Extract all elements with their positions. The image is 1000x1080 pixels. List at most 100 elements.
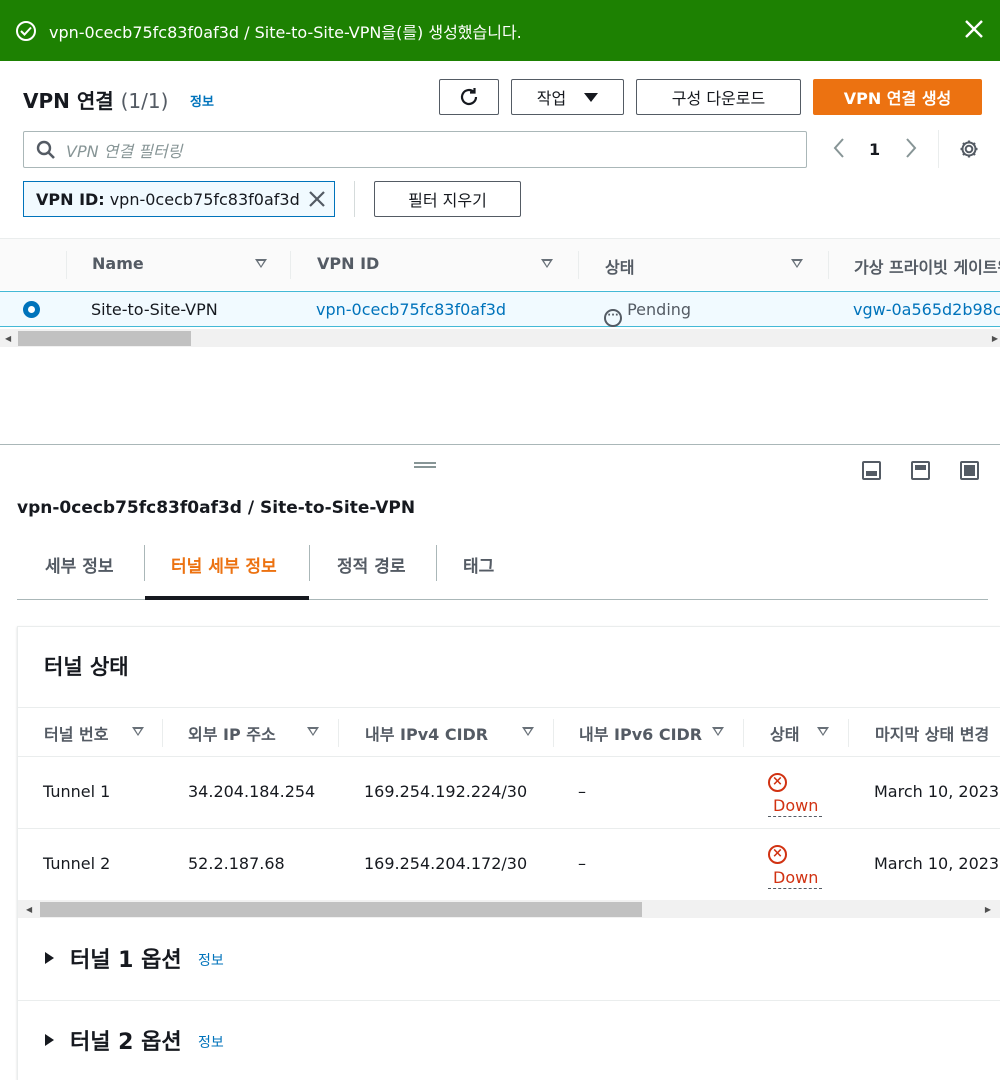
filter-token-value: vpn-0cecb75fc83f0af3d <box>109 189 300 209</box>
info-link[interactable]: 정보 <box>198 950 224 970</box>
horizontal-scrollbar[interactable]: ◀ ▶ <box>0 329 1000 347</box>
selection-count: (1/1) <box>120 89 169 113</box>
tunnel-table-scrollbar[interactable]: ◀ ▶ <box>18 900 1000 918</box>
table-row[interactable]: Site-to-Site-VPN vpn-0cecb75fc83f0af3d ·… <box>0 291 1000 327</box>
column-header-tunnel-number[interactable]: 터널 번호 <box>44 721 108 745</box>
caret-right-icon <box>45 952 54 964</box>
page-title-text: VPN 연결 <box>23 89 114 113</box>
sort-icon[interactable] <box>255 259 267 268</box>
filter-token-key: VPN ID: <box>36 189 105 209</box>
scroll-right-icon[interactable]: ▶ <box>992 334 998 343</box>
status-down-text[interactable]: Down <box>768 868 823 889</box>
column-divider <box>553 719 554 747</box>
tunnel-number-cell: Tunnel 1 <box>43 782 111 801</box>
panel-side-icon[interactable] <box>911 461 930 480</box>
drag-handle-icon[interactable] <box>414 462 436 468</box>
column-header-vgw[interactable]: 가상 프라이빗 게이트웨이 <box>854 254 1000 278</box>
scrollbar-thumb[interactable] <box>40 902 642 917</box>
actions-label: 작업 <box>536 89 567 108</box>
sort-icon[interactable] <box>307 727 319 736</box>
inside-ipv4-cell: 169.254.192.224/30 <box>364 782 528 801</box>
column-header-inside-ipv6[interactable]: 내부 IPv6 CIDR <box>579 721 702 745</box>
outside-ip-cell: 52.2.187.68 <box>188 854 285 873</box>
vpn-id-link[interactable]: vpn-0cecb75fc83f0af3d <box>316 300 506 319</box>
column-divider <box>848 719 849 747</box>
column-header-status[interactable]: 상태 <box>770 721 799 745</box>
column-divider <box>578 251 579 279</box>
next-page-icon[interactable] <box>904 137 918 163</box>
panel-bottom-icon[interactable] <box>862 461 881 480</box>
download-config-button[interactable]: 구성 다운로드 <box>636 79 801 115</box>
page-number[interactable]: 1 <box>869 140 880 159</box>
column-divider <box>743 719 744 747</box>
search-input[interactable]: VPN 연결 필터링 <box>23 131 807 168</box>
filter-token: VPN ID: vpn-0cecb75fc83f0af3d <box>23 181 335 217</box>
create-vpn-button[interactable]: VPN 연결 생성 <box>813 79 982 115</box>
outside-ip-cell: 34.204.184.254 <box>188 782 316 801</box>
settings-gear-icon[interactable] <box>958 138 980 164</box>
state-text: Pending <box>627 300 692 319</box>
last-change-cell: March 10, 2023 <box>874 854 1000 873</box>
column-header-vpn-id[interactable]: VPN ID <box>317 254 379 273</box>
tab-divider <box>309 545 310 581</box>
column-header-outside-ip[interactable]: 외부 IP 주소 <box>188 721 276 745</box>
tab-tags[interactable]: 태그 <box>463 552 494 577</box>
column-divider <box>290 251 291 279</box>
error-circle-icon: × <box>768 773 787 792</box>
column-header-state[interactable]: 상태 <box>605 254 634 278</box>
column-divider <box>338 719 339 747</box>
tunnel2-options-expander[interactable]: 터널 2 옵션 정보 <box>18 1001 1000 1080</box>
tunnel1-options-label[interactable]: 터널 1 옵션 <box>70 942 182 974</box>
sort-icon[interactable] <box>522 727 534 736</box>
detail-tabs: 세부 정보 터널 세부 정보 정적 경로 태그 <box>17 544 988 600</box>
error-circle-icon: × <box>768 845 787 864</box>
tab-details[interactable]: 세부 정보 <box>45 552 113 577</box>
active-tab-indicator <box>145 596 309 600</box>
column-divider <box>66 251 67 279</box>
prev-page-icon[interactable] <box>832 137 846 163</box>
last-change-cell: March 10, 2023 <box>874 782 1000 801</box>
column-header-last-change[interactable]: 마지막 상태 변경 <box>875 721 989 745</box>
status-down-text[interactable]: Down <box>768 796 823 817</box>
column-header-inside-ipv4[interactable]: 내부 IPv4 CIDR <box>365 721 488 745</box>
column-divider <box>162 719 163 747</box>
info-link[interactable]: 정보 <box>190 91 214 110</box>
info-link[interactable]: 정보 <box>198 1032 224 1052</box>
inside-ipv6-cell: – <box>578 782 586 801</box>
filter-divider <box>354 181 355 217</box>
sort-icon[interactable] <box>132 727 144 736</box>
refresh-button[interactable] <box>439 79 499 115</box>
sort-icon[interactable] <box>541 259 553 268</box>
tab-static-routes[interactable]: 정적 경로 <box>337 552 405 577</box>
panel-full-icon[interactable] <box>960 461 979 480</box>
tab-tunnel-details[interactable]: 터널 세부 정보 <box>171 552 277 577</box>
scroll-right-icon[interactable]: ▶ <box>985 905 991 914</box>
table-row: Tunnel 1 34.204.184.254 169.254.192.224/… <box>18 757 1000 829</box>
tunnel1-options-expander[interactable]: 터널 1 옵션 정보 <box>18 919 1000 1001</box>
close-icon[interactable] <box>962 17 986 41</box>
sort-icon[interactable] <box>712 727 724 736</box>
flash-message: vpn-0cecb75fc83f0af3d / Site-to-Site-VPN… <box>49 22 522 42</box>
refresh-icon <box>460 88 478 106</box>
check-circle-icon <box>16 20 36 41</box>
vpn-table-header: Name VPN ID 상태 가상 프라이빗 게이트웨이 <box>0 238 1000 290</box>
scrollbar-thumb[interactable] <box>18 331 191 346</box>
remove-filter-icon[interactable] <box>308 190 326 212</box>
vgw-link[interactable]: vgw-0a565d2b98c <box>853 300 1000 319</box>
scroll-left-icon[interactable]: ◀ <box>5 334 11 343</box>
detail-title: vpn-0cecb75fc83f0af3d / Site-to-Site-VPN <box>17 498 416 518</box>
tunnel-table-header: 터널 번호 외부 IP 주소 내부 IPv4 CIDR 내부 IPv6 CIDR… <box>18 707 1000 757</box>
scroll-left-icon[interactable]: ◀ <box>26 905 32 914</box>
sort-icon[interactable] <box>817 727 829 736</box>
clear-filters-button[interactable]: 필터 지우기 <box>374 181 521 217</box>
column-header-name[interactable]: Name <box>92 254 144 273</box>
vpn-name-cell: Site-to-Site-VPN <box>91 300 218 319</box>
table-row: Tunnel 2 52.2.187.68 169.254.204.172/30 … <box>18 829 1000 901</box>
tunnel2-options-label[interactable]: 터널 2 옵션 <box>70 1024 182 1056</box>
inside-ipv4-cell: 169.254.204.172/30 <box>364 854 528 873</box>
column-divider <box>828 251 829 279</box>
caret-down-icon <box>584 92 599 102</box>
row-radio-button[interactable] <box>23 301 40 318</box>
sort-icon[interactable] <box>791 259 803 268</box>
actions-dropdown-button[interactable]: 작업 <box>511 79 624 115</box>
